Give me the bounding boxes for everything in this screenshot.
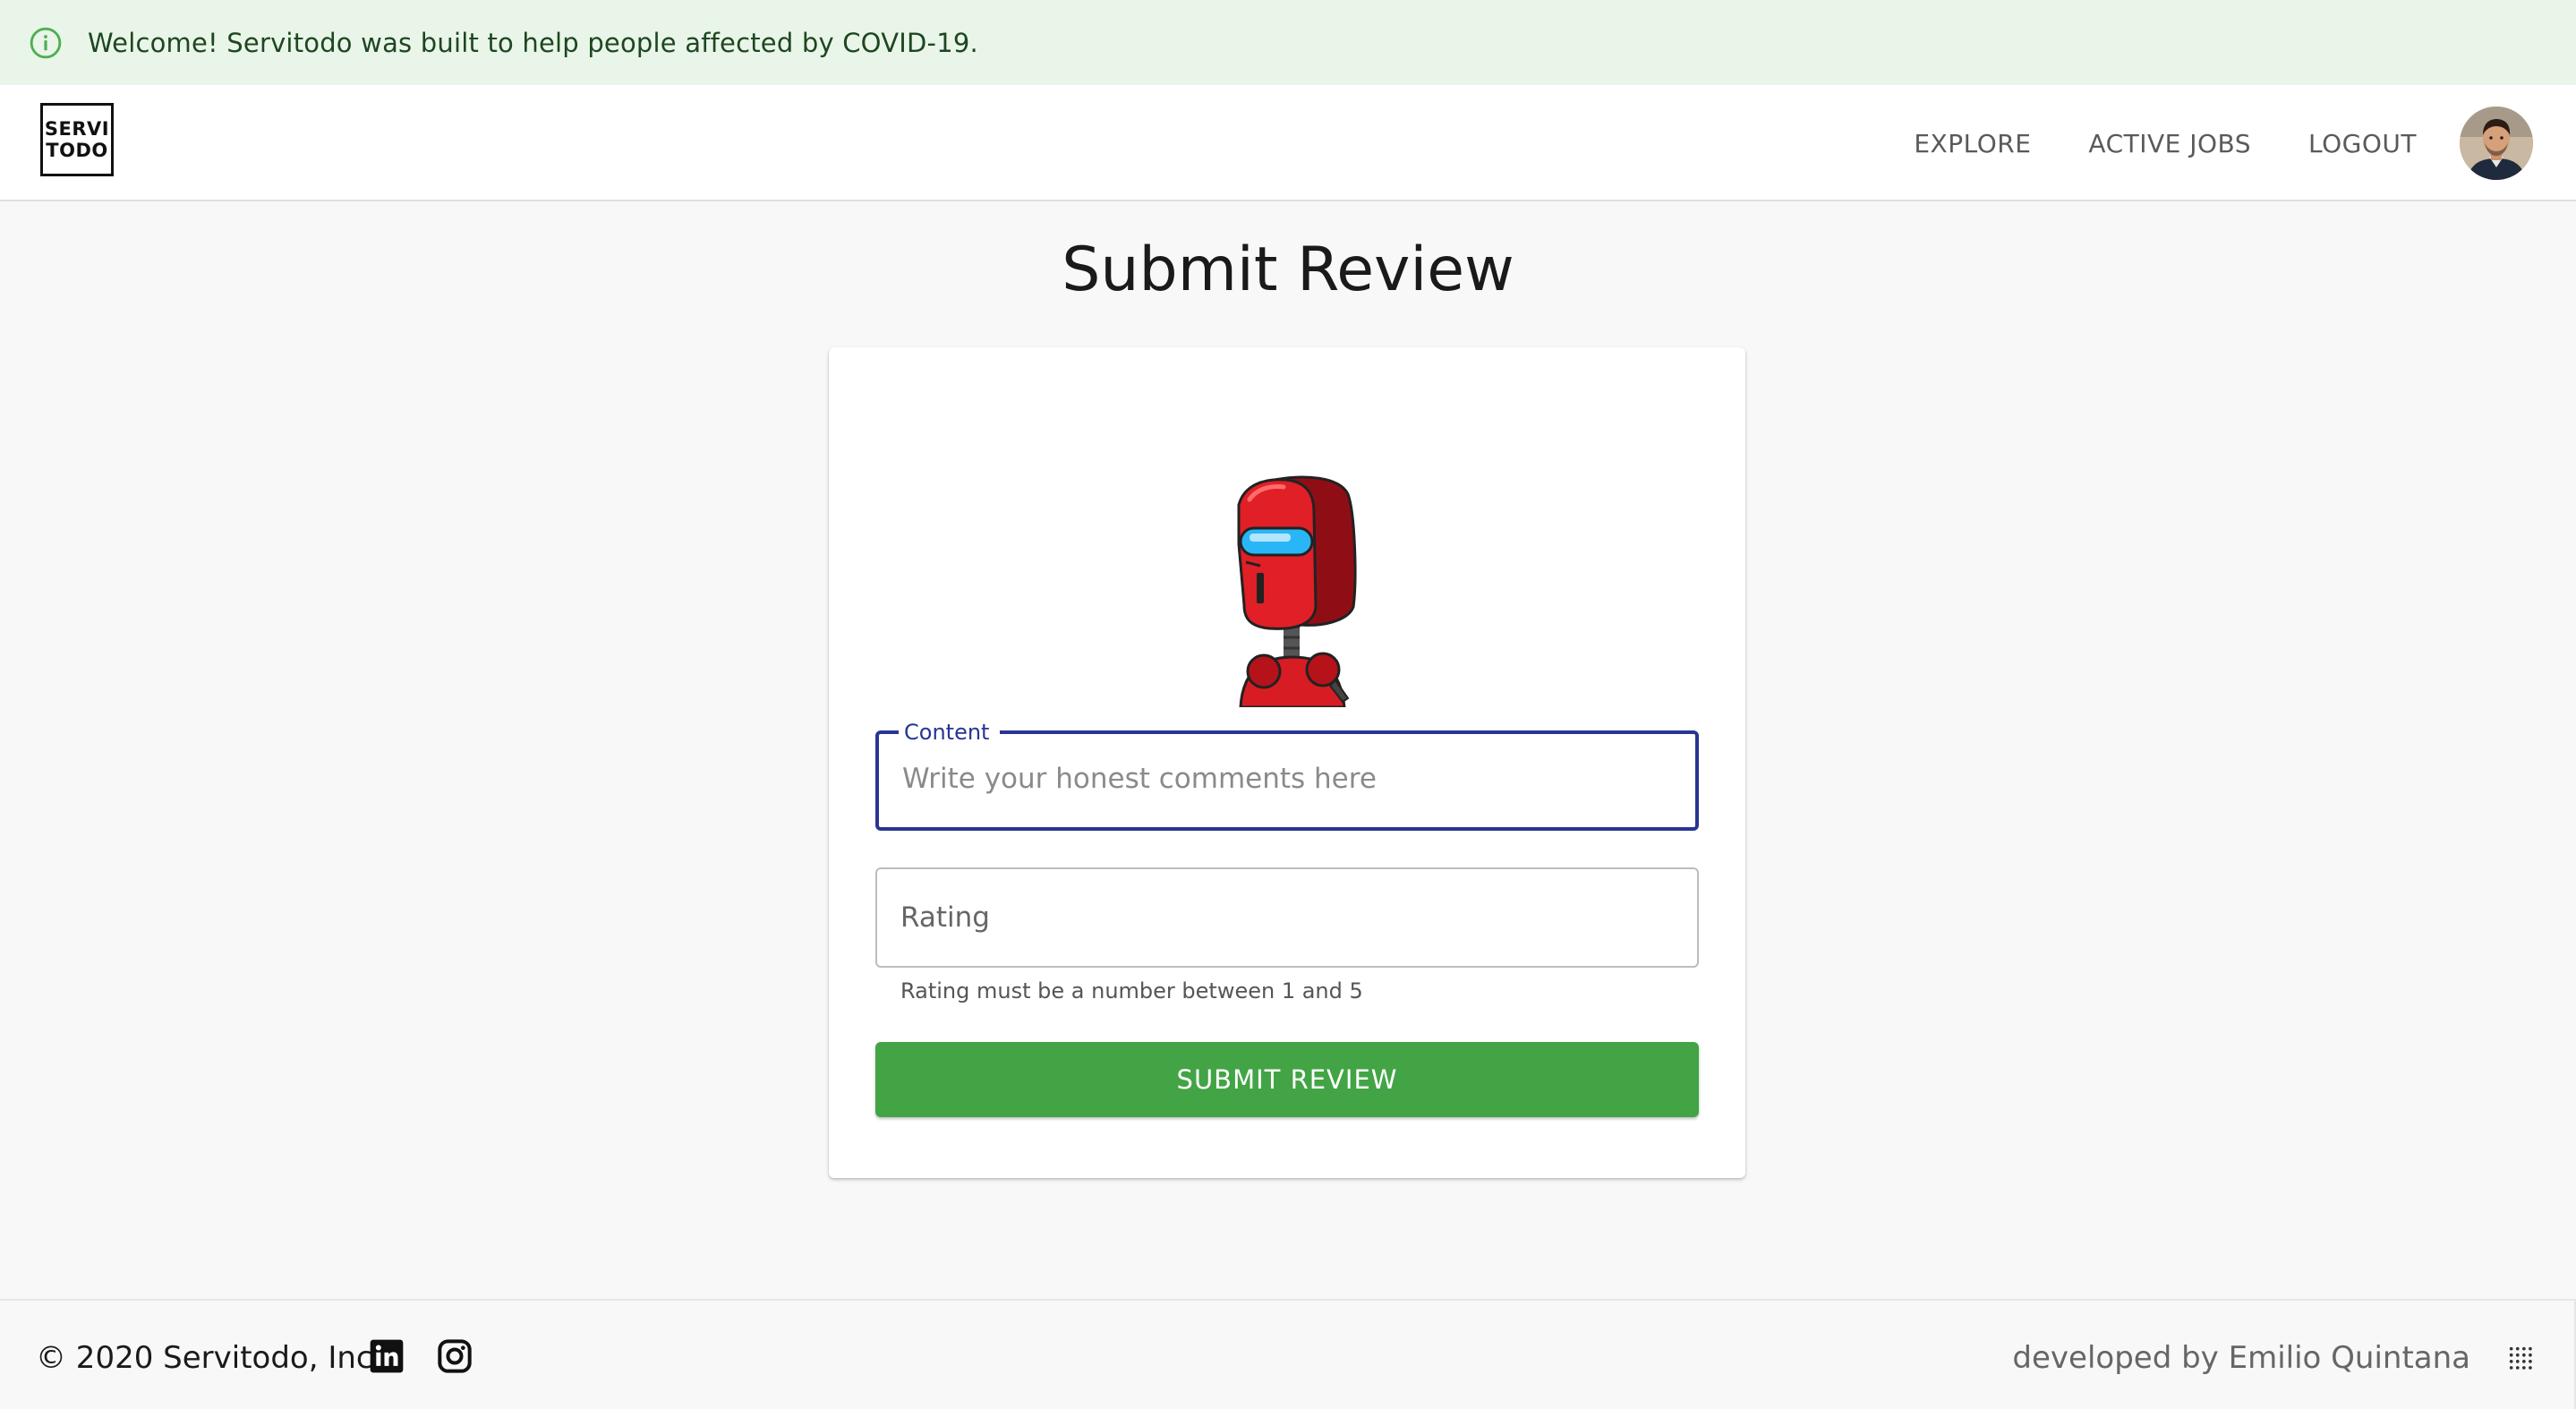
- nav-active-jobs-link[interactable]: ACTIVE JOBS: [2088, 129, 2251, 158]
- copyright-text: © 2020 Servitodo, Inc: [36, 1340, 373, 1376]
- logo-text-line1: SERVI: [44, 118, 110, 140]
- nav-explore-link[interactable]: EXPLORE: [1914, 129, 2031, 158]
- rating-input[interactable]: [900, 869, 1670, 966]
- content-field: Content: [875, 720, 1699, 831]
- top-navbar: SERVI TODO EXPLORE ACTIVE JOBS LOGOUT: [0, 85, 2576, 201]
- linkedin-icon[interactable]: [369, 1338, 405, 1374]
- content-input[interactable]: [902, 732, 1672, 825]
- nav-menu: EXPLORE ACTIVE JOBS LOGOUT: [1914, 85, 2576, 201]
- developer-credit[interactable]: developed by Emilio Quintana: [2012, 1340, 2470, 1376]
- rating-helper-text: Rating must be a number between 1 and 5: [900, 978, 1363, 1003]
- user-avatar[interactable]: [2460, 107, 2533, 180]
- page-title: Submit Review: [1062, 235, 1514, 305]
- footer: © 2020 Servitodo, Inc developed by Emili…: [0, 1299, 2576, 1409]
- red-robot-illustration: [1214, 473, 1375, 707]
- avatar-portrait-icon: [2460, 107, 2533, 180]
- nav-logout-link[interactable]: LOGOUT: [2308, 129, 2417, 158]
- alert-message: Welcome! Servitodo was built to help peo…: [88, 27, 978, 58]
- instagram-icon[interactable]: [437, 1338, 473, 1374]
- page: Welcome! Servitodo was built to help peo…: [0, 0, 2576, 1409]
- welcome-alert: Welcome! Servitodo was built to help peo…: [0, 0, 2576, 85]
- robot-icon: [1237, 475, 1357, 707]
- servitodo-logo[interactable]: SERVI TODO: [40, 103, 114, 176]
- logo-text-line2: TODO: [46, 140, 108, 161]
- dots-grid-icon[interactable]: [2506, 1344, 2537, 1374]
- rating-field: [875, 867, 1699, 968]
- submit-review-button[interactable]: SUBMIT REVIEW: [875, 1042, 1699, 1117]
- info-icon: [30, 27, 62, 58]
- review-form-card: Content Rating must be a number between …: [829, 347, 1745, 1178]
